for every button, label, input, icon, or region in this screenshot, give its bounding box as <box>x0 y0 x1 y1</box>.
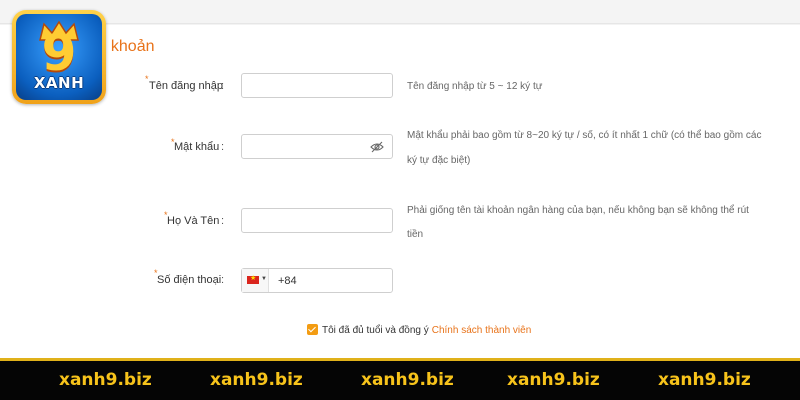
agreement-text: Tôi đã đủ tuổi và đồng ý <box>322 325 429 336</box>
footer-domain: xanh9.biz <box>507 370 600 390</box>
colon: : <box>221 215 225 227</box>
caret-down-icon: ▼ <box>261 276 267 282</box>
country-code-selector[interactable]: ★ ▼ <box>242 269 269 292</box>
brand-logo[interactable]: 9 XANH <box>12 10 106 104</box>
fullname-input[interactable] <box>242 209 392 232</box>
agreement-row: Tôi đã đủ tuổi và đồng ý Chính sách thành… <box>307 324 531 338</box>
eye-off-icon[interactable] <box>370 140 384 154</box>
footer-banner: xanh9.biz xanh9.biz xanh9.biz xanh9.biz … <box>0 361 800 400</box>
footer-domain: xanh9.biz <box>658 370 751 390</box>
footer-domain: xanh9.biz <box>361 370 454 390</box>
footer-domain: xanh9.biz <box>59 370 152 390</box>
username-label: Tên đăng nhập <box>149 80 224 92</box>
username-field[interactable] <box>241 73 393 98</box>
colon: : <box>221 80 225 92</box>
colon: : <box>221 274 225 286</box>
member-policy-link[interactable]: Chính sách thành viên <box>432 325 532 336</box>
agreement-checkbox[interactable] <box>307 324 318 335</box>
phone-field[interactable]: ★ ▼ <box>241 268 420 293</box>
vietnam-flag-icon: ★ <box>247 275 259 284</box>
registration-panel <box>0 25 800 360</box>
password-hint-line1: Mật khẩu phải bao gồm từ 8~20 ký tự / số… <box>407 130 762 141</box>
logo-emblem: 9 XANH <box>16 14 102 100</box>
fullname-hint-line1: Phải giống tên tài khoản ngân hàng của b… <box>407 205 749 216</box>
password-hint-line2: ký tự đặc biệt) <box>407 155 471 166</box>
password-label: Mật khẩu <box>174 141 220 153</box>
fullname-hint-line2: tiền <box>407 229 424 240</box>
phone-input[interactable] <box>270 269 420 292</box>
password-field[interactable] <box>241 134 393 159</box>
username-input[interactable] <box>242 74 392 97</box>
required-mark: * <box>145 74 149 84</box>
logo-wordmark: XANH <box>33 74 85 92</box>
top-strip <box>0 0 800 24</box>
colon: : <box>221 141 225 153</box>
fullname-field[interactable] <box>241 208 393 233</box>
footer-domain: xanh9.biz <box>210 370 303 390</box>
logo-digit: 9 <box>41 24 77 82</box>
fullname-label: Họ Và Tên <box>167 215 220 227</box>
phone-label: Số điện thoại <box>157 274 222 286</box>
username-hint: Tên đăng nhập từ 5 ~ 12 ký tự <box>407 81 543 92</box>
